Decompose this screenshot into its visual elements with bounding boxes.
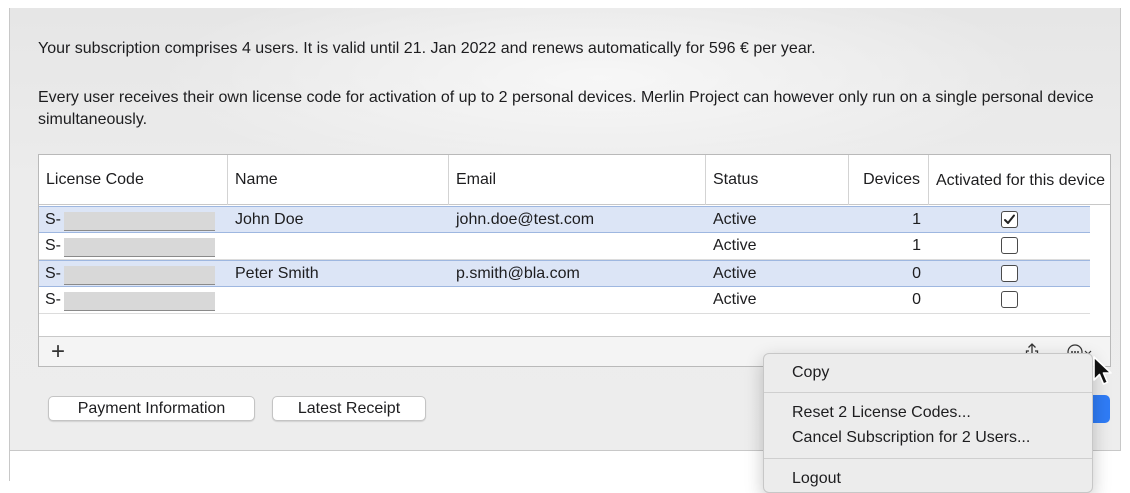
license-code-redacted — [64, 266, 215, 285]
activated-checkbox[interactable] — [1001, 237, 1018, 254]
menu-separator — [764, 458, 1092, 459]
payment-information-button[interactable]: Payment Information — [48, 396, 255, 421]
license-table: License Code Name Email Status Devices A… — [38, 154, 1111, 367]
devices-cell: 1 — [912, 237, 921, 254]
menu-item-reset-license-codes[interactable]: Reset 2 License Codes... — [792, 402, 971, 424]
devices-cell: 0 — [912, 265, 921, 282]
license-code-cell: S- — [39, 287, 228, 313]
email-cell: john.doe@test.com — [456, 211, 595, 228]
table-scrollbar-track[interactable] — [1090, 205, 1110, 336]
license-code-prefix: S- — [45, 291, 61, 308]
mouse-pointer-icon — [1093, 356, 1112, 385]
column-devices[interactable]: Devices — [849, 155, 929, 205]
menu-item-copy[interactable]: Copy — [792, 362, 829, 384]
table-row[interactable]: S- Active 0 — [39, 287, 1090, 314]
menu-separator — [764, 392, 1092, 393]
actions-context-menu: Copy Reset 2 License Codes... Cancel Sub… — [763, 353, 1093, 493]
window-edge — [9, 451, 10, 481]
license-code-redacted — [64, 212, 215, 231]
column-status[interactable]: Status — [706, 155, 849, 205]
add-license-button[interactable]: + — [51, 339, 65, 365]
checkmark-icon — [1004, 214, 1015, 224]
name-cell: Peter Smith — [235, 265, 319, 282]
column-license-code[interactable]: License Code — [39, 155, 228, 205]
license-code-prefix: S- — [45, 211, 61, 228]
license-code-cell: S- — [39, 261, 228, 287]
status-cell: Active — [713, 211, 757, 228]
license-code-prefix: S- — [45, 265, 61, 282]
license-code-redacted — [64, 238, 215, 257]
menu-item-logout[interactable]: Logout — [792, 468, 841, 490]
devices-cell: 0 — [912, 291, 921, 308]
license-description: Every user receives their own license co… — [38, 89, 1094, 128]
column-activated[interactable]: Activated for this device — [929, 155, 1110, 205]
latest-receipt-button[interactable]: Latest Receipt — [272, 396, 426, 421]
license-code-cell: S- — [39, 207, 228, 233]
license-code-cell: S- — [39, 233, 228, 259]
license-code-prefix: S- — [45, 237, 61, 254]
status-cell: Active — [713, 237, 757, 254]
menu-item-cancel-subscription[interactable]: Cancel Subscription for 2 Users... — [792, 427, 1030, 449]
table-row[interactable]: S- Active 1 — [39, 233, 1090, 260]
devices-cell: 1 — [912, 211, 921, 228]
status-cell: Active — [713, 291, 757, 308]
table-header: License Code Name Email Status Devices A… — [39, 155, 1110, 205]
activated-checkbox[interactable] — [1001, 291, 1018, 308]
name-cell: John Doe — [235, 211, 304, 228]
column-email[interactable]: Email — [449, 155, 706, 205]
activated-checkbox[interactable] — [1001, 265, 1018, 282]
table-row[interactable]: S- John Doe john.doe@test.com Active 1 — [39, 206, 1090, 233]
subscription-summary: Your subscription comprises 4 users. It … — [38, 40, 816, 57]
email-cell: p.smith@bla.com — [456, 265, 580, 282]
license-code-redacted — [64, 292, 215, 311]
status-cell: Active — [713, 265, 757, 282]
activated-checkbox[interactable] — [1001, 211, 1018, 228]
table-row[interactable]: S- Peter Smith p.smith@bla.com Active 0 — [39, 260, 1090, 287]
column-name[interactable]: Name — [228, 155, 449, 205]
